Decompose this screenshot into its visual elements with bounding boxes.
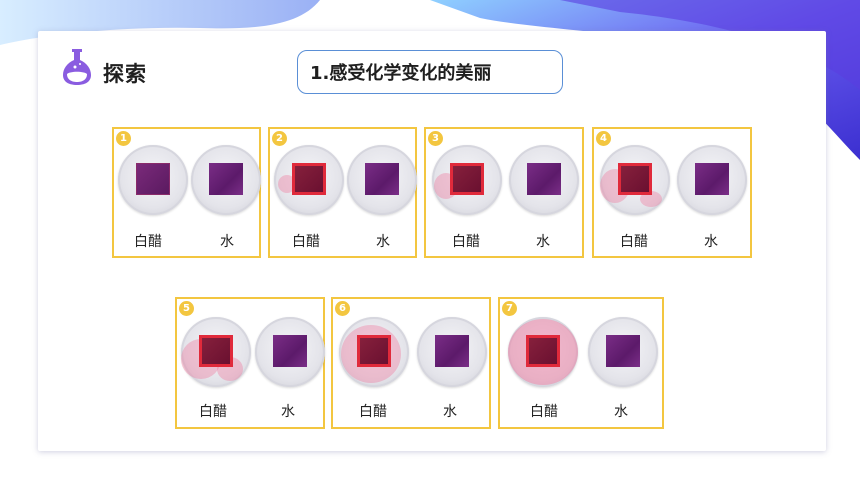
vinegar-dish	[274, 145, 344, 215]
experiment-panel-2: 2 白醋 水	[268, 127, 417, 258]
water-dish	[677, 145, 747, 215]
water-label: 水	[376, 234, 390, 250]
experiment-panel-7: 7 白醋 水	[498, 297, 664, 429]
step-badge: 5	[179, 301, 194, 316]
vinegar-dish	[181, 317, 251, 387]
experiment-panel-6: 6 白醋 水	[331, 297, 491, 429]
water-dish	[255, 317, 325, 387]
vinegar-dish	[508, 317, 578, 387]
water-dish	[588, 317, 658, 387]
step-badge: 3	[428, 131, 443, 146]
vinegar-label: 白醋	[359, 404, 387, 420]
water-label: 水	[704, 234, 718, 250]
water-label: 水	[536, 234, 550, 250]
water-label: 水	[443, 404, 457, 420]
step-badge: 7	[502, 301, 517, 316]
water-dish	[191, 145, 261, 215]
water-dish	[347, 145, 417, 215]
vinegar-label: 白醋	[530, 404, 558, 420]
vinegar-label: 白醋	[292, 234, 320, 250]
step-badge: 6	[335, 301, 350, 316]
water-dish	[417, 317, 487, 387]
vinegar-dish	[600, 145, 670, 215]
experiment-panel-4: 4 白醋 水	[592, 127, 752, 258]
step-badge: 4	[596, 131, 611, 146]
water-dish	[509, 145, 579, 215]
vinegar-dish	[118, 145, 188, 215]
vinegar-dish	[432, 145, 502, 215]
vinegar-label: 白醋	[452, 234, 480, 250]
water-label: 水	[220, 234, 234, 250]
experiment-panel-3: 3 白醋 水	[424, 127, 584, 258]
page-title: 探索	[103, 62, 147, 86]
water-label: 水	[614, 404, 628, 420]
section-heading: 1.感受化学变化的美丽	[297, 50, 563, 94]
step-badge: 1	[116, 131, 131, 146]
step-badge: 2	[272, 131, 287, 146]
vinegar-label: 白醋	[134, 234, 162, 250]
experiment-panel-5: 5 白醋 水	[175, 297, 325, 429]
vinegar-label: 白醋	[199, 404, 227, 420]
water-label: 水	[281, 404, 295, 420]
vinegar-dish	[339, 317, 409, 387]
vinegar-label: 白醋	[620, 234, 648, 250]
flask-icon	[63, 49, 91, 85]
experiment-panel-1: 1 白醋 水	[112, 127, 261, 258]
